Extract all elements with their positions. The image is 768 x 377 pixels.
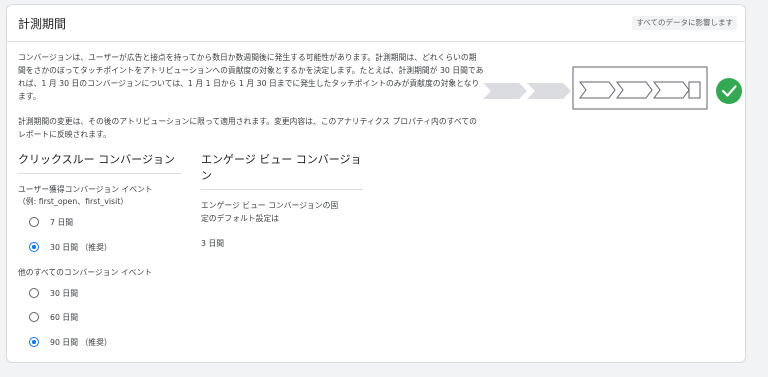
click-through-heading: クリックスルー コンバージョン bbox=[18, 153, 175, 166]
scope-badge: すべてのデータに影響します bbox=[632, 16, 737, 30]
acquisition-events-label-line1: ユーザー獲得コンバージョン イベント bbox=[18, 185, 153, 194]
click-through-divider bbox=[18, 173, 181, 174]
lookback-illustration bbox=[483, 61, 745, 121]
engaged-view-heading: エンゲージ ビュー コンバージョ ン bbox=[201, 152, 362, 184]
description-paragraph-2: 計測期間の変更は、その後のアトリビューションに限って適用されます。変更内容は、こ… bbox=[18, 117, 477, 139]
engaged-view-divider bbox=[201, 189, 363, 190]
acquisition-option-7-days-label: 7 日間 bbox=[50, 217, 74, 227]
engaged-view-value: 3 日間 bbox=[201, 239, 225, 248]
card-title: 計測期間 bbox=[18, 17, 67, 31]
engaged-view-description-line2: 定のデフォルト設定は bbox=[201, 214, 279, 223]
acquisition-option-30-days[interactable]: 30 日間 （推奨） bbox=[29, 240, 112, 254]
other-option-60-days[interactable]: 60 日間 bbox=[29, 310, 78, 324]
acquisition-events-label: ユーザー獲得コンバージョン イベント （例: first_open、first_… bbox=[18, 184, 153, 208]
other-option-60-days-label: 60 日間 bbox=[50, 312, 78, 322]
window-arrow-tail bbox=[688, 81, 701, 99]
engaged-view-heading-line2: ン bbox=[201, 169, 212, 182]
other-option-30-days-label: 30 日間 bbox=[50, 288, 78, 298]
engaged-view-description-line1: エンゲージ ビュー コンバージョンの固 bbox=[201, 201, 339, 210]
other-option-90-days[interactable]: 90 日間 （推奨） bbox=[29, 335, 112, 349]
radio-checked-icon[interactable] bbox=[29, 337, 39, 347]
engaged-view-description: エンゲージ ビュー コンバージョンの固 定のデフォルト設定は bbox=[201, 199, 338, 225]
other-option-30-days[interactable]: 30 日間 bbox=[29, 286, 78, 300]
other-events-label: 他のすべてのコンバージョン イベント bbox=[18, 268, 153, 277]
faded-arrow-2 bbox=[527, 83, 571, 99]
radio-checked-icon[interactable] bbox=[29, 242, 39, 252]
description-paragraph-1: コンバージョンは、ユーザーが広告と接点を持ってから数日か数週間後に発生する可能性… bbox=[18, 53, 484, 101]
card-header: 計測期間 すべてのデータに影響します bbox=[7, 5, 745, 42]
other-option-90-days-label: 90 日間 （推奨） bbox=[50, 337, 112, 347]
radio-unchecked-icon[interactable] bbox=[29, 288, 39, 298]
check-circle-icon bbox=[716, 78, 742, 104]
acquisition-option-30-days-label: 30 日間 （推奨） bbox=[50, 242, 112, 252]
faded-arrow-1 bbox=[483, 83, 527, 99]
attribution-window-card: 計測期間 すべてのデータに影響します コンバージョンは、ユーザーが広告と接点を持… bbox=[6, 4, 746, 363]
radio-unchecked-icon[interactable] bbox=[29, 217, 39, 227]
engaged-view-heading-line1: エンゲージ ビュー コンバージョ bbox=[201, 153, 362, 166]
acquisition-events-label-line2: （例: first_open、first_visit） bbox=[18, 197, 129, 206]
radio-unchecked-icon[interactable] bbox=[29, 312, 39, 322]
acquisition-option-7-days[interactable]: 7 日間 bbox=[29, 215, 73, 229]
